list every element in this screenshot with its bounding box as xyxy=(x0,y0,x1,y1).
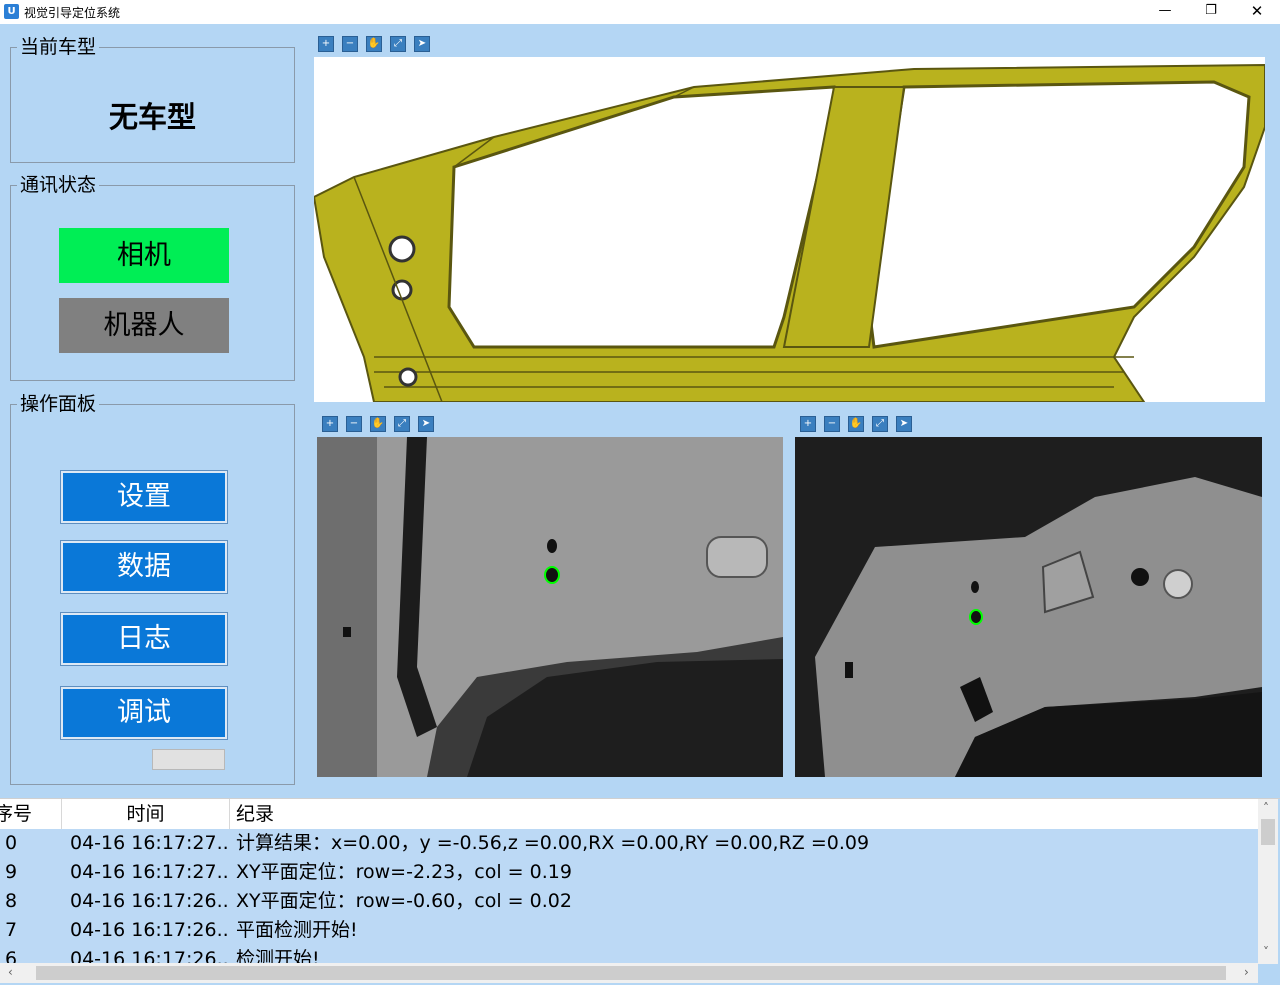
row-index: 7 xyxy=(5,919,18,941)
scroll-down-icon[interactable]: ˅ xyxy=(1263,945,1269,959)
pan-hand-icon[interactable]: ✋ xyxy=(366,36,382,52)
row-index: 9 xyxy=(5,861,18,883)
horizontal-scrollbar[interactable]: ‹ › xyxy=(0,963,1258,983)
zoom-in-icon[interactable]: + xyxy=(322,416,338,432)
row-record: XY平面定位：row=-2.23，col = 0.19 xyxy=(236,861,572,883)
minimize-button[interactable]: — xyxy=(1142,0,1188,24)
row-index: 8 xyxy=(5,890,18,912)
pointer-icon[interactable]: ➤ xyxy=(414,36,430,52)
comm-status-group-label: 通讯状态 xyxy=(17,175,100,195)
pointer-icon[interactable]: ➤ xyxy=(896,416,912,432)
pointer-icon[interactable]: ➤ xyxy=(418,416,434,432)
app-logo-icon: U xyxy=(4,4,19,19)
camera1-image-viewer[interactable] xyxy=(317,437,783,777)
table-row[interactable]: 9 04-16 16:17:27.... XY平面定位：row=-2.23，co… xyxy=(0,858,1258,887)
table-row[interactable]: 0 04-16 16:17:27.... 计算结果：x=0.00，y =-0.5… xyxy=(0,829,1258,858)
comm-status-group: 通讯状态 相机 机器人 xyxy=(10,175,295,381)
camera2-viewer-toolbar: + − ✋ ⤢ ➤ xyxy=(800,416,912,432)
title-bar: U 视觉引导定位系统 — ❐ ✕ xyxy=(0,0,1280,24)
horizontal-scroll-thumb[interactable] xyxy=(36,966,1226,980)
pan-hand-icon[interactable]: ✋ xyxy=(848,416,864,432)
row-time: 04-16 16:17:27.... xyxy=(70,832,228,854)
row-record: 检测开始! xyxy=(236,948,320,963)
zoom-out-icon[interactable]: − xyxy=(342,36,358,52)
debug-button[interactable]: 调试 xyxy=(60,686,228,740)
column-header-record[interactable]: 纪录 xyxy=(230,799,1258,829)
row-record: 计算结果：x=0.00，y =-0.56,z =0.00,RX =0.00,RY… xyxy=(236,832,870,854)
car-model-group-label: 当前车型 xyxy=(17,37,100,57)
fit-window-icon[interactable]: ⤢ xyxy=(390,36,406,52)
camera1-viewer-toolbar: + − ✋ ⤢ ➤ xyxy=(322,416,434,432)
camera-status-indicator: 相机 xyxy=(59,228,229,283)
main-viewer-toolbar: + − ✋ ⤢ ➤ xyxy=(318,36,430,52)
row-index: 6 xyxy=(5,948,18,963)
vertical-scroll-thumb[interactable] xyxy=(1261,819,1275,845)
operation-panel-group-label: 操作面板 xyxy=(17,394,100,414)
log-table: 序号 时间 纪录 0 04-16 16:17:27.... 计算结果：x=0.0… xyxy=(0,798,1280,985)
zoom-out-icon[interactable]: − xyxy=(346,416,362,432)
scroll-up-icon[interactable]: ˄ xyxy=(1263,801,1269,815)
fit-window-icon[interactable]: ⤢ xyxy=(872,416,888,432)
table-row[interactable]: 7 04-16 16:17:26.... 平面检测开始! xyxy=(0,916,1258,945)
row-time: 04-16 16:17:26.... xyxy=(70,948,228,963)
row-time: 04-16 16:17:26.... xyxy=(70,919,228,941)
camera2-image-viewer[interactable] xyxy=(795,437,1262,777)
column-header-index[interactable]: 序号 xyxy=(0,799,62,829)
vertical-scrollbar[interactable]: ˄ ˅ xyxy=(1258,799,1278,964)
column-header-time[interactable]: 时间 xyxy=(62,799,230,829)
car-body-side-frame-image xyxy=(314,63,1265,402)
camera2-image xyxy=(795,437,1262,777)
robot-status-indicator: 机器人 xyxy=(59,298,229,353)
settings-button[interactable]: 设置 xyxy=(60,470,228,524)
table-row[interactable]: 6 04-16 16:17:26.... 检测开始! xyxy=(0,945,1258,963)
scroll-left-icon[interactable]: ‹ xyxy=(8,965,13,979)
maximize-button[interactable]: ❐ xyxy=(1188,0,1234,24)
window-title: 视觉引导定位系统 xyxy=(24,6,121,20)
log-button[interactable]: 日志 xyxy=(60,612,228,666)
zoom-in-icon[interactable]: + xyxy=(800,416,816,432)
scroll-right-icon[interactable]: › xyxy=(1244,965,1249,979)
fit-window-icon[interactable]: ⤢ xyxy=(394,416,410,432)
pan-hand-icon[interactable]: ✋ xyxy=(370,416,386,432)
car-model-value: 无车型 xyxy=(108,100,196,134)
zoom-in-icon[interactable]: + xyxy=(318,36,334,52)
table-row[interactable]: 8 04-16 16:17:26.... XY平面定位：row=-0.60，co… xyxy=(0,887,1258,916)
data-button[interactable]: 数据 xyxy=(60,540,228,594)
row-record: 平面检测开始! xyxy=(236,919,358,941)
log-table-header: 序号 时间 纪录 xyxy=(0,799,1258,829)
zoom-out-icon[interactable]: − xyxy=(824,416,840,432)
blank-field[interactable] xyxy=(152,749,225,770)
row-time: 04-16 16:17:26.... xyxy=(70,890,228,912)
operation-panel-group: 操作面板 设置 数据 日志 调试 xyxy=(10,394,295,785)
row-index: 0 xyxy=(5,832,18,854)
camera1-image xyxy=(317,437,783,777)
row-time: 04-16 16:17:27.... xyxy=(70,861,228,883)
row-record: XY平面定位：row=-0.60，col = 0.02 xyxy=(236,890,572,912)
close-button[interactable]: ✕ xyxy=(1234,0,1280,24)
car-body-model-viewer[interactable] xyxy=(314,57,1265,402)
car-model-group: 当前车型 无车型 xyxy=(10,37,295,163)
